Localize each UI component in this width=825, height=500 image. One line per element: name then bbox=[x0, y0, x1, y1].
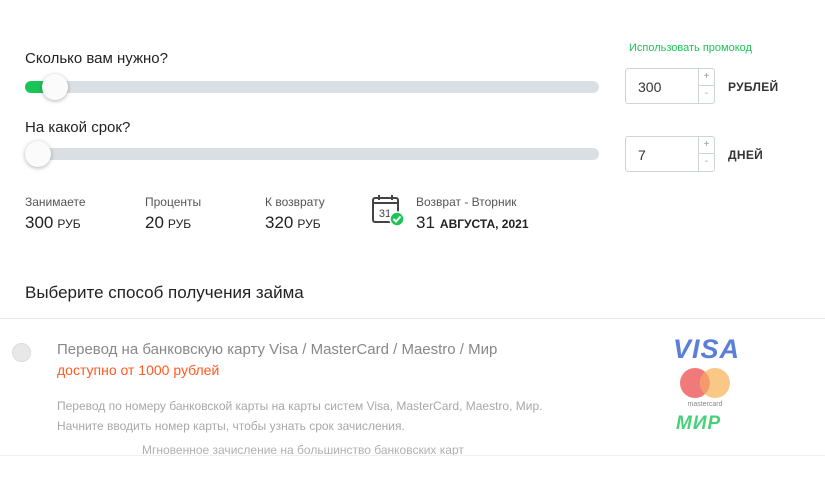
interest-label: Проценты bbox=[145, 195, 202, 209]
return-currency: РУБ bbox=[297, 217, 321, 231]
amount-slider[interactable] bbox=[25, 74, 599, 100]
amount-spin: + - bbox=[698, 69, 714, 103]
amount-stepper[interactable]: 300 + - bbox=[625, 68, 715, 104]
term-question: На какой срок? bbox=[25, 119, 131, 136]
method-description: Перевод по номеру банковской карты на ка… bbox=[57, 399, 543, 433]
bottom-fade bbox=[0, 455, 825, 500]
term-decrement-button[interactable]: - bbox=[699, 154, 714, 171]
interest-value: 20 РУБ bbox=[145, 213, 191, 233]
borrow-label: Занимаете bbox=[25, 195, 86, 209]
term-increment-button[interactable]: + bbox=[699, 137, 714, 154]
due-label: Возврат - Вторник bbox=[416, 195, 517, 209]
method-title[interactable]: Перевод на банковскую карту Visa / Maste… bbox=[57, 341, 497, 358]
amount-increment-button[interactable]: + bbox=[699, 69, 714, 86]
term-stepper[interactable]: 7 + - bbox=[625, 136, 715, 172]
return-label: К возврату bbox=[265, 195, 325, 209]
borrow-value: 300 РУБ bbox=[25, 213, 81, 233]
term-input[interactable]: 7 bbox=[638, 147, 646, 163]
method-availability: доступно от 1000 рублей bbox=[57, 362, 220, 378]
payout-section-title: Выберите способ получения займа bbox=[25, 283, 304, 302]
borrow-currency: РУБ bbox=[57, 217, 81, 231]
calendar-day: 31 bbox=[379, 208, 391, 220]
amount-slider-thumb[interactable] bbox=[42, 74, 69, 100]
term-spin: + - bbox=[698, 137, 714, 171]
borrow-amount: 300 bbox=[25, 213, 54, 232]
section-divider bbox=[0, 318, 825, 319]
term-unit: ДНЕЙ bbox=[728, 148, 764, 162]
visa-logo: VISA bbox=[673, 334, 741, 364]
return-amount: 320 bbox=[265, 213, 294, 232]
promo-code-link[interactable]: Использовать промокод bbox=[629, 42, 752, 54]
interest-currency: РУБ bbox=[167, 217, 192, 231]
amount-unit: РУБЛЕЙ bbox=[728, 80, 779, 94]
mastercard-logo-icon bbox=[680, 368, 730, 398]
mastercard-wordmark: mastercard bbox=[687, 401, 723, 408]
term-slider-thumb[interactable] bbox=[25, 141, 51, 167]
calendar-check-icon: 31 bbox=[372, 195, 405, 227]
amount-input[interactable]: 300 bbox=[638, 79, 661, 95]
due-month-year: АВГУСТА, 2021 bbox=[439, 217, 529, 231]
amount-question: Сколько вам нужно? bbox=[25, 50, 168, 67]
method-radio[interactable] bbox=[12, 343, 31, 362]
term-slider[interactable] bbox=[25, 141, 599, 167]
amount-decrement-button[interactable]: - bbox=[699, 86, 714, 103]
due-date: 31 АВГУСТА, 2021 bbox=[416, 213, 529, 233]
due-day: 31 bbox=[416, 213, 435, 232]
return-value: 320 РУБ bbox=[265, 213, 321, 233]
interest-amount: 20 bbox=[145, 213, 164, 232]
mir-logo: МИР bbox=[676, 413, 722, 434]
